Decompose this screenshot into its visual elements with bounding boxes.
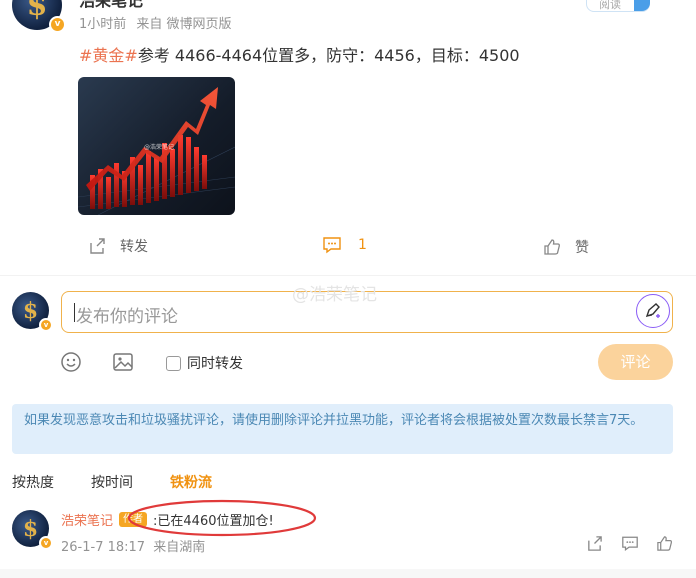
submit-comment-button[interactable]: 评论 xyxy=(598,344,673,380)
sort-tab-time[interactable]: 按时间 xyxy=(91,472,133,492)
input-caret xyxy=(74,303,75,322)
comment-placeholder: 发布你的评论 xyxy=(76,307,178,327)
compose-overlay-watermark: @浩荣笔记 xyxy=(292,285,377,305)
post-content: #黄金#参考 4466-4464位置多，防守：4456，目标：4500 xyxy=(79,42,520,66)
comment-user-avatar[interactable]: $ v xyxy=(12,510,53,550)
pen-assist-icon xyxy=(645,303,660,318)
comment-icon xyxy=(323,237,341,254)
verified-badge-icon: v xyxy=(49,16,66,33)
sort-tab-fans[interactable]: 铁粉流 xyxy=(170,472,212,492)
section-divider xyxy=(0,275,696,276)
repost-icon xyxy=(90,238,105,254)
read-button-blue-edge xyxy=(634,0,650,11)
comment-repost-button[interactable] xyxy=(586,535,603,556)
comment-action[interactable]: 1 xyxy=(322,236,367,254)
verified-badge-icon: v xyxy=(39,536,53,550)
comment-meta: 26-1-7 18:17 来自湖南 xyxy=(61,536,205,555)
repost-action[interactable]: 转发 xyxy=(88,236,148,256)
pen-assist-button[interactable] xyxy=(636,294,670,328)
read-button-label: 阅读 xyxy=(599,0,621,11)
like-thumb-icon xyxy=(657,536,673,551)
author-avatar[interactable]: $ v xyxy=(12,0,66,33)
post-time[interactable]: 1小时前 xyxy=(79,17,126,32)
post-source: 来自 微博网页版 xyxy=(136,17,232,32)
author-name[interactable]: 浩荣笔记 xyxy=(79,0,143,11)
like-action[interactable]: 赞 xyxy=(543,237,589,257)
emoji-button[interactable] xyxy=(60,351,82,377)
verified-badge-icon: v xyxy=(39,318,53,332)
repost-label: 转发 xyxy=(120,239,148,255)
image-button[interactable] xyxy=(112,351,134,377)
rising-arrow-illustration: @浩荣笔记 xyxy=(78,87,235,215)
image-icon xyxy=(113,353,133,371)
sort-tab-hot[interactable]: 按热度 xyxy=(12,472,54,492)
emoji-icon xyxy=(61,352,81,372)
bottom-divider xyxy=(0,569,696,578)
comment-username[interactable]: 浩荣笔记 xyxy=(61,510,113,529)
repost-checkbox-row[interactable]: 同时转发 xyxy=(166,353,243,373)
comment-location: 来自湖南 xyxy=(153,540,206,555)
comment-count: 1 xyxy=(358,237,367,253)
red-annotation-ellipse xyxy=(127,499,317,537)
comment-time: 26-1-7 18:17 xyxy=(61,540,146,555)
repost-checkbox[interactable] xyxy=(166,355,181,371)
post-image[interactable]: @浩荣笔记 xyxy=(78,77,235,215)
comment-icon xyxy=(622,536,638,552)
read-button[interactable]: 阅读 xyxy=(586,0,650,12)
moderation-notice: 如果发现恶意攻击和垃圾骚扰评论，请使用删除评论并拉黑功能，评论者将会根据被处置次… xyxy=(12,404,673,454)
post-meta: 1小时前 来自 微博网页版 xyxy=(79,13,232,32)
comment-reply-button[interactable] xyxy=(621,535,639,556)
like-label: 赞 xyxy=(575,240,589,256)
post-body-text: 参考 4466-4464位置多，防守：4456，目标：4500 xyxy=(137,46,520,65)
comment-like-button[interactable] xyxy=(656,535,673,556)
image-watermark: @浩荣笔记 xyxy=(144,143,174,151)
post-hashtag[interactable]: #黄金# xyxy=(79,46,138,65)
current-user-avatar[interactable]: $ v xyxy=(12,292,53,332)
repost-icon xyxy=(588,536,602,551)
repost-checkbox-label: 同时转发 xyxy=(187,356,243,372)
like-thumb-icon xyxy=(544,239,560,255)
